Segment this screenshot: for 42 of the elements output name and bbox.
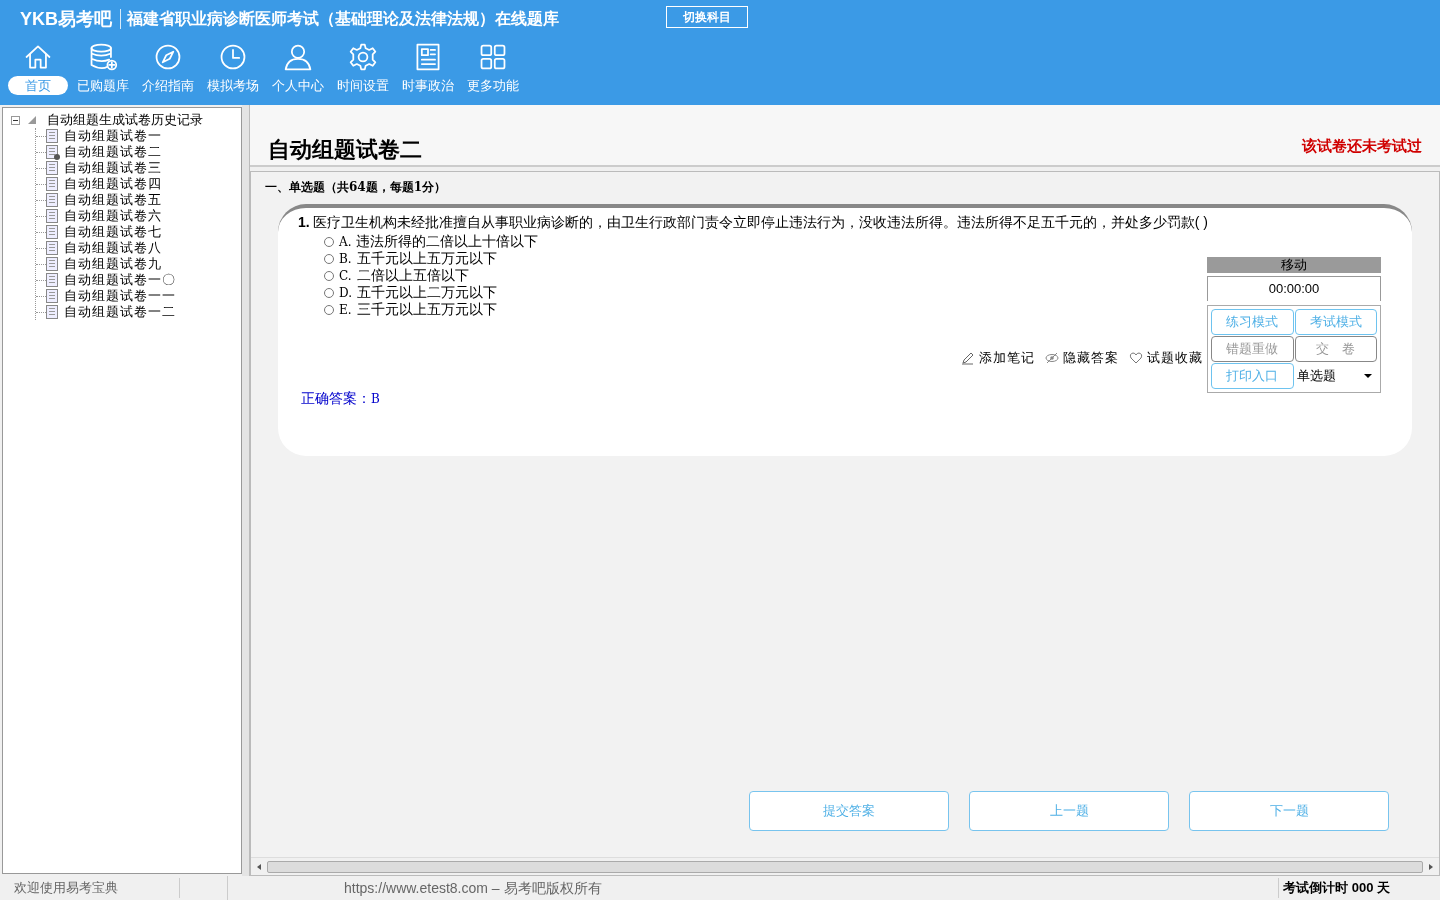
section-heading: 一、单选题（共64题，每题1分） <box>264 179 448 196</box>
option-text: 二倍以上五倍以下 <box>356 266 469 285</box>
option-text: 三千元以上五万元以下 <box>356 300 497 319</box>
status-copyright: https://www.etest8.com – 易考吧版权所有 <box>344 878 602 898</box>
compass-icon[interactable] <box>153 42 183 72</box>
option-text: 五千元以上五万元以下 <box>356 249 497 268</box>
grid-icon[interactable] <box>478 42 508 72</box>
type-dropdown[interactable]: 单选题 <box>1294 363 1377 389</box>
answer-value: B <box>371 390 380 408</box>
database-add-icon[interactable] <box>88 42 118 72</box>
status-welcome: 欢迎使用易考宝典 <box>0 878 180 898</box>
option-text: 违法所得的二倍以上十倍以下 <box>356 232 539 251</box>
action-link[interactable]: 隐藏答案 <box>1063 348 1119 368</box>
folder-icon <box>28 116 36 124</box>
question-text: 医疗卫生机构未经批准擅自从事职业病诊断的，由卫生行政部门责令立即停止违法行为，没收违法所得。违法所得不足五千元的，并处多少罚款( ) <box>312 213 1208 232</box>
option-text: 五千元以上二万元以下 <box>357 283 497 302</box>
eye-icon[interactable] <box>1045 350 1059 365</box>
option-letter: E. <box>339 301 352 319</box>
paper-title: 自动组题试卷二 <box>268 135 422 163</box>
action-link[interactable]: 添加笔记 <box>979 348 1035 368</box>
heart-icon[interactable] <box>1129 350 1143 365</box>
option-letter: D. <box>339 284 352 302</box>
dropdown-value: 单选题 <box>1296 367 1336 386</box>
settings-icon[interactable] <box>348 42 378 72</box>
option-letter: C. <box>339 267 352 285</box>
caret-icon[interactable] <box>1364 374 1372 378</box>
question-number: 1. <box>298 213 310 232</box>
countdown-text: 考试倒计时 000 天 <box>1278 878 1390 898</box>
pencil-icon[interactable] <box>961 350 975 365</box>
answer-label: 正确答案： <box>301 389 371 408</box>
option-letter: B. <box>339 250 352 268</box>
action-link[interactable]: 试题收藏 <box>1147 348 1203 368</box>
app-title: 福建省职业病诊断医师考试（基础理论及法律法规）在线题库 <box>125 8 560 30</box>
horizontal-scrollbar[interactable] <box>251 857 1439 875</box>
exam-status: 该试卷还未考试过 <box>1302 135 1422 156</box>
tree-toggle[interactable] <box>11 115 20 125</box>
panel-title[interactable]: 移动 <box>1207 257 1381 273</box>
timer-display: 00:00:00 <box>1207 276 1381 301</box>
option-letter: A. <box>339 233 352 251</box>
user-icon[interactable] <box>283 42 313 72</box>
logo: YKB易考吧 <box>20 9 121 29</box>
clock-icon[interactable] <box>218 42 248 72</box>
